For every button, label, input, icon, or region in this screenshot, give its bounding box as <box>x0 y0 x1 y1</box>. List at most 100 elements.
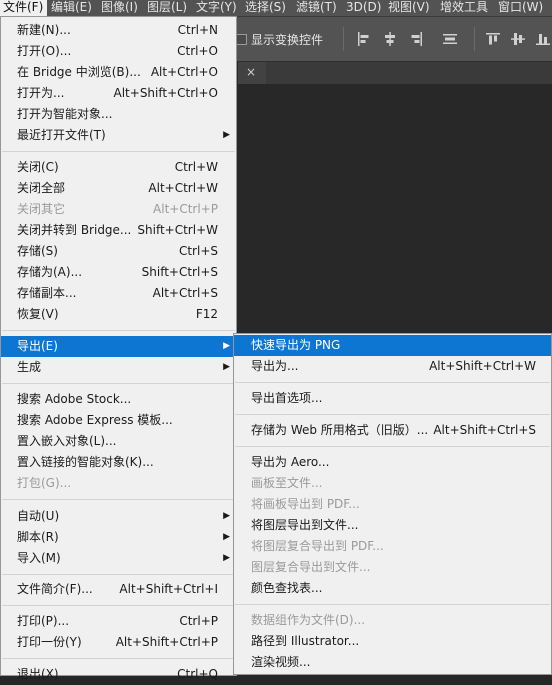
menu-item-generate[interactable]: 生成 ▶ <box>1 357 236 378</box>
menu-item-label: 搜索 Adobe Express 模板... <box>17 413 173 427</box>
menu-item-label: 关闭其它 <box>17 202 66 216</box>
menu-item-save-for-web[interactable]: 存储为 Web 所用格式（旧版）... Alt+Shift+Ctrl+S <box>234 420 551 441</box>
divider <box>343 27 344 51</box>
menu-item-label: 导出为... <box>251 359 299 373</box>
align-vertical-center-icon[interactable] <box>511 32 525 46</box>
menu-filter[interactable]: 滤镜(T) <box>296 0 337 16</box>
menu-item-layer-comps-to-pdf: 将图层复合导出到 PDF... <box>234 536 551 557</box>
menu-item-data-sets-as-files: 数据组作为文件(D)... <box>234 610 551 631</box>
menu-item-label: 存储副本... <box>17 286 77 300</box>
menu-plugins[interactable]: 增效工具 <box>440 0 488 16</box>
menu-item-close-all[interactable]: 关闭全部 Alt+Ctrl+W <box>1 178 236 199</box>
menu-item-export-preferences[interactable]: 导出首选项... <box>234 388 551 409</box>
menu-item-label: 画板至文件... <box>251 476 323 490</box>
menu-item-artboards-to-pdf: 将画板导出到 PDF... <box>234 494 551 515</box>
menu-item-open[interactable]: 打开(O)... Ctrl+O <box>1 41 236 62</box>
menu-item-automate[interactable]: 自动(U) ▶ <box>1 506 236 527</box>
menu-item-label: 导出为 Aero... <box>251 455 330 469</box>
menu-view[interactable]: 视图(V) <box>388 0 430 16</box>
menu-item-layer-comps-to-files: 图层复合导出到文件... <box>234 557 551 578</box>
menu-item-search-stock[interactable]: 搜索 Adobe Stock... <box>1 389 236 410</box>
menu-item-new[interactable]: 新建(N)... Ctrl+N <box>1 20 236 41</box>
show-transform-label: 显示变换控件 <box>251 33 324 47</box>
menu-item-label: 导入(M) <box>17 551 61 565</box>
menu-item-close-go-bridge[interactable]: 关闭并转到 Bridge... Shift+Ctrl+W <box>1 220 236 241</box>
menu-item-label: 颜色查找表... <box>251 581 323 595</box>
align-left-icon[interactable] <box>357 32 371 46</box>
menu-item-label: 新建(N)... <box>17 23 71 37</box>
menu-item-save-as[interactable]: 存储为(A)... Shift+Ctrl+S <box>1 262 236 283</box>
menu-item-package: 打包(G)... <box>1 473 236 494</box>
menu-item-place-embedded[interactable]: 置入嵌入对象(L)... <box>1 431 236 452</box>
menu-item-label: 在 Bridge 中浏览(B)... <box>17 65 141 79</box>
menu-item-close[interactable]: 关闭(C) Ctrl+W <box>1 157 236 178</box>
menu-item-search-express[interactable]: 搜索 Adobe Express 模板... <box>1 410 236 431</box>
canvas-area[interactable] <box>237 84 552 334</box>
menu-item-place-linked[interactable]: 置入链接的智能对象(K)... <box>1 452 236 473</box>
menu-item-label: 关闭全部 <box>17 181 66 195</box>
divider <box>474 27 475 51</box>
menu-item-color-lookup-tables[interactable]: 颜色查找表... <box>234 578 551 599</box>
menu-item-shortcut: Alt+Ctrl+W <box>148 181 218 195</box>
menu-item-shortcut: F12 <box>195 307 218 321</box>
menu-item-label: 图层复合导出到文件... <box>251 560 371 574</box>
menu-item-render-video[interactable]: 渲染视频... <box>234 652 551 673</box>
menu-item-import[interactable]: 导入(M) ▶ <box>1 548 236 569</box>
menu-item-browse-bridge[interactable]: 在 Bridge 中浏览(B)... Alt+Ctrl+O <box>1 62 236 83</box>
menu-item-label: 导出首选项... <box>251 391 323 405</box>
align-right-icon[interactable] <box>409 32 423 46</box>
menu-item-shortcut: Alt+Shift+Ctrl+I <box>119 582 218 596</box>
align-top-icon[interactable] <box>486 32 500 46</box>
menu-item-label: 生成 <box>17 360 42 374</box>
menu-edit[interactable]: 编辑(E) <box>51 0 92 16</box>
menu-item-save[interactable]: 存储(S) Ctrl+S <box>1 241 236 262</box>
menu-item-scripts[interactable]: 脚本(R) ▶ <box>1 527 236 548</box>
menu-item-open-as[interactable]: 打开为... Alt+Shift+Ctrl+O <box>1 83 236 104</box>
menu-select[interactable]: 选择(S) <box>245 0 286 16</box>
menu-file[interactable]: 文件(F) <box>0 0 47 16</box>
menu-item-print[interactable]: 打印(P)... Ctrl+P <box>1 611 236 632</box>
menu-item-export[interactable]: 导出(E) ▶ <box>1 336 236 357</box>
menu-item-label: 自动(U) <box>17 509 60 523</box>
align-horizontal-center-icon[interactable] <box>383 32 397 46</box>
menu-item-label: 数据组作为文件(D)... <box>251 613 366 627</box>
menu-item-save-copy[interactable]: 存储副本... Alt+Ctrl+S <box>1 283 236 304</box>
menu-item-export-as[interactable]: 导出为... Alt+Shift+Ctrl+W <box>234 356 551 377</box>
menu-item-layers-to-files[interactable]: 将图层导出到文件... <box>234 515 551 536</box>
menu-item-label: 最近打开文件(T) <box>17 128 106 142</box>
menu-item-label: 打印一份(Y) <box>17 635 82 649</box>
menu-layer[interactable]: 图层(L) <box>147 0 187 16</box>
menu-item-label: 打包(G)... <box>17 476 72 490</box>
show-transform-checkbox[interactable] <box>236 34 247 45</box>
menu-item-file-info[interactable]: 文件简介(F)... Alt+Shift+Ctrl+I <box>1 579 236 600</box>
menu-item-label: 渲染视频... <box>251 655 311 669</box>
menu-item-exit[interactable]: 退出(X) Ctrl+Q <box>1 664 236 685</box>
menu-item-shortcut: Ctrl+O <box>177 44 218 58</box>
submenu-arrow-icon: ▶ <box>223 553 230 563</box>
distribute-icon[interactable] <box>443 32 457 46</box>
menu-item-quick-export-png[interactable]: 快速导出为 PNG <box>234 335 551 356</box>
menu-item-label: 打开为智能对象... <box>17 107 113 121</box>
menu-item-recent-files[interactable]: 最近打开文件(T) ▶ <box>1 125 236 146</box>
menu-item-paths-to-illustrator[interactable]: 路径到 Illustrator... <box>234 631 551 652</box>
menu-item-print-one[interactable]: 打印一份(Y) Alt+Shift+Ctrl+P <box>1 632 236 653</box>
menu-type[interactable]: 文字(Y) <box>196 0 237 16</box>
menu-item-export-aero[interactable]: 导出为 Aero... <box>234 452 551 473</box>
menu-item-shortcut: Ctrl+S <box>178 244 218 258</box>
menu-separator <box>235 382 550 383</box>
align-bottom-icon[interactable] <box>536 32 550 46</box>
menu-item-open-smart-object[interactable]: 打开为智能对象... <box>1 104 236 125</box>
export-submenu: 快速导出为 PNG 导出为... Alt+Shift+Ctrl+W 导出首选项..… <box>233 333 552 675</box>
menu-item-revert[interactable]: 恢复(V) F12 <box>1 304 236 325</box>
menu-item-shortcut: Alt+Shift+Ctrl+O <box>113 86 218 100</box>
menu-item-shortcut: Alt+Shift+Ctrl+W <box>429 359 536 373</box>
menu-item-shortcut: Alt+Ctrl+O <box>150 65 218 79</box>
menu-separator <box>2 605 235 606</box>
file-menu: 新建(N)... Ctrl+N 打开(O)... Ctrl+O 在 Bridge 中… <box>0 16 237 681</box>
menu-window[interactable]: 窗口(W) <box>498 0 543 16</box>
close-icon[interactable]: × <box>246 65 256 79</box>
menu-item-label: 置入链接的智能对象(K)... <box>17 455 154 469</box>
menu-3d[interactable]: 3D(D) <box>346 0 381 16</box>
menu-image[interactable]: 图像(I) <box>101 0 138 16</box>
menu-item-label: 搜索 Adobe Stock... <box>17 392 132 406</box>
